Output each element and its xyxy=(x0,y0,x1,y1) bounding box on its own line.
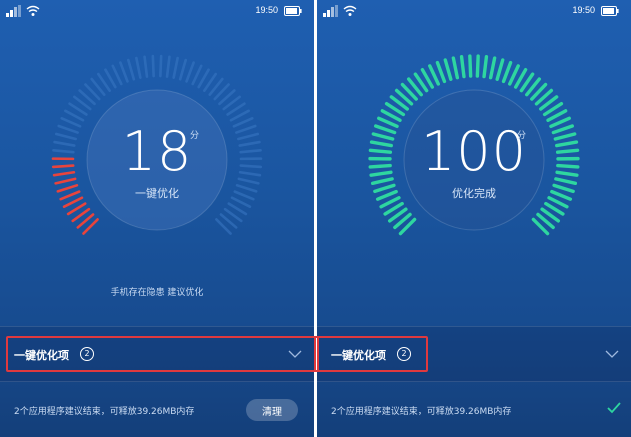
gauge-tick-inactive xyxy=(151,54,155,78)
section-title: 一键优化项 xyxy=(14,349,69,362)
gauge-tick-active xyxy=(459,55,466,79)
chevron-down-icon[interactable] xyxy=(605,349,619,359)
item-description: 2个应用程序建议结束，可释放39.26MB内存 xyxy=(331,407,512,417)
gauge-tick-inactive xyxy=(165,55,171,78)
chevron-down-icon[interactable] xyxy=(288,349,302,359)
gauge-tick-active xyxy=(475,54,480,78)
item-count-badge: 2 xyxy=(80,347,94,361)
gauge-tick-active xyxy=(501,60,513,84)
gauge-tick-active xyxy=(482,55,489,79)
gauge-tick-inactive xyxy=(191,64,203,86)
score-unit: 分 xyxy=(190,131,200,141)
gauge-tick-inactive xyxy=(64,109,85,122)
gauge-tick-inactive xyxy=(185,61,195,83)
gauge-tick-active xyxy=(508,64,520,86)
signal-icon xyxy=(323,5,338,17)
list-item: 2个应用程序建议结束，可释放39.26MB内存 清理 xyxy=(0,383,314,437)
gauge-tick-inactive xyxy=(178,58,187,81)
checkmark-icon xyxy=(607,402,621,414)
gauge-tick-active xyxy=(443,58,453,81)
item-description: 2个应用程序建议结束，可释放39.26MB内存 xyxy=(14,407,195,417)
optimize-complete-label: 优化完成 xyxy=(452,187,496,200)
status-time: 19:50 xyxy=(572,5,595,15)
optimize-section-header[interactable]: 一键优化项 2 xyxy=(317,326,631,382)
one-click-optimize-label[interactable]: 一键优化 xyxy=(0,185,314,201)
phone-screen-before: 19:50 18 分 一键优化 手机存在隐患 建议优化 一键优化项 2 2个应用… xyxy=(0,0,314,437)
gauge-tick-inactive xyxy=(135,56,142,79)
battery-icon xyxy=(601,6,619,16)
signal-icon xyxy=(6,5,21,17)
list-item: 2个应用程序建议结束，可释放39.26MB内存 xyxy=(317,383,631,437)
gauge-tick-active xyxy=(468,54,473,78)
gauge-tick-inactive xyxy=(119,61,129,83)
item-count-badge: 2 xyxy=(397,347,411,361)
phone-screen-after: 19:50 100 分 优化完成 一键优化项 2 2个应用程序建议结束，可释放3… xyxy=(317,0,631,437)
battery-icon xyxy=(284,6,302,16)
score-unit: 分 xyxy=(517,131,527,141)
gauge-tick-inactive xyxy=(127,58,136,81)
score-value: 100 xyxy=(420,120,528,183)
gauge-tick-active xyxy=(435,60,447,84)
optimize-section-header[interactable]: 一键优化项 2 xyxy=(0,326,314,382)
gauge-tick-inactive xyxy=(111,64,123,86)
gauge-tick-active xyxy=(451,56,460,80)
status-bar: 19:50 xyxy=(0,0,314,22)
gauge-tick-active xyxy=(495,58,505,81)
status-time: 19:50 xyxy=(255,5,278,15)
status-bar: 19:50 xyxy=(317,0,631,22)
gauge-tick-active xyxy=(488,56,497,80)
wifi-icon xyxy=(343,5,357,16)
gauge-tick-inactive xyxy=(172,56,179,79)
risk-hint: 手机存在隐患 建议优化 xyxy=(110,288,204,298)
wifi-icon xyxy=(26,5,40,16)
gauge-tick-inactive xyxy=(159,54,163,78)
gauge-tick-inactive xyxy=(143,55,149,78)
clean-button[interactable]: 清理 xyxy=(246,399,298,421)
score-value: 18 xyxy=(121,120,193,183)
gauge-tick-inactive xyxy=(229,109,250,122)
gauge-tick-active xyxy=(428,64,440,86)
section-title: 一键优化项 xyxy=(331,349,386,362)
